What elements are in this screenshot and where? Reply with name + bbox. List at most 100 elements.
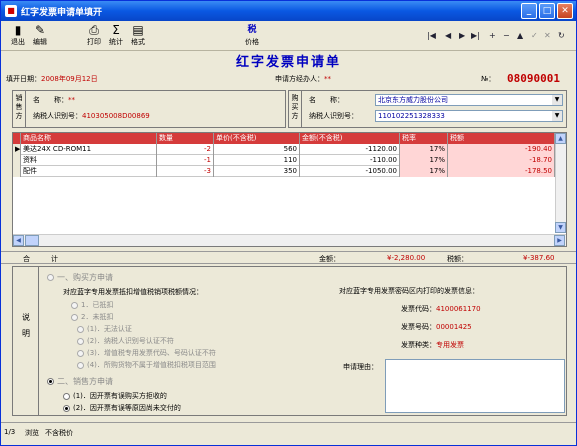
scroll-thumb[interactable]	[25, 235, 39, 246]
chevron-down-icon[interactable]: ▼	[552, 95, 562, 105]
stats-button[interactable]: Σ 统计	[105, 23, 127, 46]
seller-apply-option[interactable]: 二、销售方申请	[47, 376, 113, 387]
no-label: №：	[481, 75, 496, 83]
seller-reason2-option[interactable]: (2)．因开票有误等原因尚未交付的	[63, 403, 181, 413]
confirm-icon[interactable]: ✓	[531, 31, 538, 40]
radio-icon[interactable]	[63, 392, 70, 400]
refresh-icon[interactable]: ↻	[558, 31, 565, 40]
reason4-option[interactable]: (4)．所购货物不属于增值税扣税项目范围	[77, 360, 216, 370]
minimize-button[interactable]: _	[521, 3, 537, 19]
cell-amount[interactable]: -1120.00	[300, 144, 400, 155]
buyer-name-select[interactable]: 北京东方威力股份公司 ▼	[375, 94, 563, 106]
toolbar: ▮ 退出 ✎ 编辑 ⎙ 打印 Σ 统计 ▤ 格式 税价格 |◀ ◀ ▶ ▶| + − ▲ …	[1, 21, 576, 51]
cell-rate[interactable]: 17%	[400, 144, 448, 155]
print-button[interactable]: ⎙ 打印	[83, 23, 105, 46]
cell-tax[interactable]: -178.50	[448, 166, 555, 177]
seller-tax-label: 纳税人识别号：	[33, 112, 82, 120]
radio-icon[interactable]	[71, 301, 78, 309]
seller-tax-row: 纳税人识别号：410305008D00869	[33, 111, 150, 121]
cell-rate[interactable]: 17%	[400, 166, 448, 177]
document-title: 红字发票申请单	[235, 55, 341, 70]
not-deducted-option[interactable]: 2．未抵扣	[71, 312, 113, 322]
delete-record-icon[interactable]: −	[503, 31, 510, 40]
cancel-icon[interactable]: ✕	[544, 31, 551, 40]
horizontal-scrollbar[interactable]: ◀ ▶	[13, 234, 566, 246]
seller-side-label: 销售方	[13, 91, 26, 127]
total-amount-value: ¥-2,280.00	[387, 254, 426, 262]
print-label: 打印	[87, 38, 101, 46]
col-price[interactable]: 单价(不含税)	[214, 133, 300, 144]
table-row[interactable]: 配件 -3 350 -1050.00 17% -178.50	[13, 166, 566, 177]
col-name[interactable]: 商品名称	[21, 133, 157, 144]
reason3-option[interactable]: (3)．增值税专用发票代码、号码认证不符	[77, 348, 216, 358]
cell-qty[interactable]: -3	[157, 166, 214, 177]
cell-qty[interactable]: -2	[157, 144, 214, 155]
reason1-label: (1)．无法认证	[87, 325, 132, 333]
vertical-scrollbar[interactable]: ▲ ▼	[555, 133, 566, 233]
seller-reason1-option[interactable]: (1)．因开票有误购买方拒收的	[63, 391, 167, 401]
table-row[interactable]: 资料 -1 110 -110.00 17% -18.70	[13, 155, 566, 166]
maximize-button[interactable]: □	[539, 3, 555, 19]
radio-icon[interactable]	[63, 404, 70, 412]
radio-icon[interactable]	[47, 378, 54, 385]
format-button[interactable]: ▤ 格式	[127, 23, 149, 46]
add-record-icon[interactable]: +	[489, 31, 496, 40]
cell-tax[interactable]: -18.70	[448, 155, 555, 166]
price-button[interactable]: 税价格	[241, 23, 263, 46]
buyer-tax-select[interactable]: 110102251328333 ▼	[375, 110, 563, 122]
buyer-apply-option[interactable]: 一、购买方申请	[47, 272, 113, 283]
col-amount[interactable]: 金额(不含税)	[300, 133, 400, 144]
scroll-left-icon[interactable]: ◀	[13, 235, 24, 246]
date-value: 2008年09月12日	[41, 75, 98, 83]
exit-icon: ▮	[14, 23, 22, 37]
close-button[interactable]: ✕	[557, 3, 573, 19]
table-row[interactable]: ▶ 美达24X CD-ROM11 -2 560 -1120.00 17% -19…	[13, 144, 566, 155]
cell-price[interactable]: 110	[214, 155, 300, 166]
cell-amount[interactable]: -110.00	[300, 155, 400, 166]
scroll-right-icon[interactable]: ▶	[554, 235, 565, 246]
last-record-icon[interactable]: ▶|	[471, 31, 480, 40]
invoice-code-label: 发票代码：	[401, 305, 436, 313]
cell-name[interactable]: 资料	[21, 155, 157, 166]
buyer-side-label: 购买方	[289, 91, 302, 127]
cell-rate[interactable]: 17%	[400, 155, 448, 166]
buyer-tax-label: 纳税人识别号：	[309, 112, 358, 120]
col-tax[interactable]: 税额	[448, 133, 555, 144]
edit-button[interactable]: ✎ 编辑	[29, 23, 51, 46]
first-record-icon[interactable]: |◀	[427, 31, 436, 40]
grid-header: 商品名称 数量 单价(不含税) 金额(不含税) 税率 税额	[13, 133, 566, 144]
cell-name[interactable]: 美达24X CD-ROM11	[21, 144, 157, 155]
cell-name[interactable]: 配件	[21, 166, 157, 177]
total-tax-value: ¥-387.60	[523, 254, 555, 262]
chevron-down-icon[interactable]: ▼	[552, 111, 562, 121]
cell-price[interactable]: 350	[214, 166, 300, 177]
radio-icon[interactable]	[71, 313, 78, 321]
reason-textarea[interactable]	[385, 359, 565, 413]
scroll-up-icon[interactable]: ▲	[555, 133, 566, 144]
seller-name-label: 名 称：	[33, 96, 68, 104]
cell-amount[interactable]: -1050.00	[300, 166, 400, 177]
deducted-option[interactable]: 1．已抵扣	[71, 300, 113, 310]
app-window: ■ 红字发票申请单填开 _ □ ✕ ▮ 退出 ✎ 编辑 ⎙ 打印 Σ 统计 ▤ 格式 税价…	[0, 0, 577, 446]
up-icon[interactable]: ▲	[517, 31, 523, 40]
radio-icon[interactable]	[47, 274, 54, 281]
reason1-option[interactable]: (1)．无法认证	[77, 324, 132, 334]
col-qty[interactable]: 数量	[157, 133, 214, 144]
radio-icon[interactable]	[77, 325, 84, 333]
invoice-number-field: 发票号码：00001425	[401, 322, 472, 332]
scroll-down-icon[interactable]: ▼	[555, 222, 566, 233]
radio-icon[interactable]	[77, 349, 84, 357]
col-rate[interactable]: 税率	[400, 133, 448, 144]
reason2-option[interactable]: (2)．纳税人识别号认证不符	[77, 336, 174, 346]
cell-tax[interactable]: -190.40	[448, 144, 555, 155]
exit-button[interactable]: ▮ 退出	[7, 23, 29, 46]
prev-record-icon[interactable]: ◀	[445, 31, 451, 40]
cell-qty[interactable]: -1	[157, 155, 214, 166]
radio-icon[interactable]	[77, 337, 84, 345]
next-record-icon[interactable]: ▶	[459, 31, 465, 40]
buyer-tax-value: 110102251328333	[378, 112, 445, 120]
radio-icon[interactable]	[77, 361, 84, 369]
cell-price[interactable]: 560	[214, 144, 300, 155]
blue-invoice-info-title: 对应蓝字专用发票密码区内打印的发票信息：	[339, 287, 479, 295]
invoice-number: 08090001	[507, 72, 560, 85]
